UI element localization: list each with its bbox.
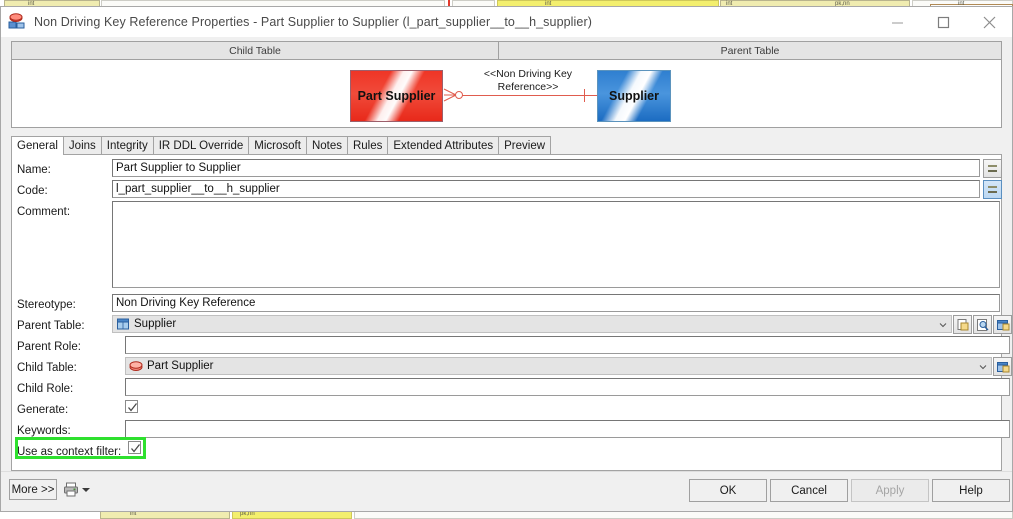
context-filter-label: Use as context filter: <box>17 446 122 458</box>
keywords-row: Keywords: <box>12 422 71 440</box>
tab-bar: General Joins Integrity IR DDL Override … <box>11 135 1002 155</box>
cancel-button[interactable]: Cancel <box>770 479 848 502</box>
child-role-label: Child Role: <box>17 383 74 395</box>
parent-table-row: Parent Table: <box>12 317 85 335</box>
comment-row: Comment: <box>12 203 70 221</box>
child-role-input[interactable] <box>125 378 1010 396</box>
print-icon <box>64 482 78 497</box>
tab-notes[interactable]: Notes <box>305 136 348 154</box>
child-role-row: Child Role: <box>12 380 73 398</box>
parent-table-text: Supplier <box>134 318 177 330</box>
name-label: Name: <box>17 164 51 176</box>
maximize-button[interactable] <box>920 7 966 37</box>
name-row: Name: <box>12 161 51 179</box>
parent-table-label: Parent Table: <box>17 320 85 332</box>
apply-button: Apply <box>851 479 929 502</box>
background-shape <box>100 511 230 519</box>
comment-textarea[interactable] <box>112 201 1000 288</box>
tab-general[interactable]: General <box>11 136 64 155</box>
context-filter-checkbox[interactable] <box>128 441 141 454</box>
reference-icon <box>8 13 26 31</box>
child-entity-box[interactable]: Part Supplier <box>350 70 443 122</box>
optional-cardinality-icon <box>455 91 463 99</box>
equals-icon <box>988 165 997 172</box>
tab-integrity[interactable]: Integrity <box>100 136 154 154</box>
code-equals-button[interactable] <box>983 180 1002 199</box>
child-table-header: Child Table <box>11 41 498 60</box>
parent-properties-button[interactable] <box>993 315 1012 334</box>
browse-icon <box>976 318 988 331</box>
properties-dialog: Non Driving Key Reference Properties - P… <box>0 6 1013 512</box>
reference-table-icon <box>129 361 143 371</box>
keywords-label: Keywords: <box>17 425 71 437</box>
footer-divider <box>1 471 1012 472</box>
relationship-diagram: Part Supplier <<Non Driving Key Referenc… <box>11 60 1002 128</box>
more-button[interactable]: More >> <box>9 479 57 500</box>
child-table-value[interactable]: Part Supplier <box>125 357 992 375</box>
print-tool[interactable] <box>63 480 95 499</box>
tab-joins[interactable]: Joins <box>62 136 102 154</box>
relationship-connector <box>455 95 599 96</box>
generate-label: Generate: <box>17 404 69 416</box>
keywords-input[interactable] <box>125 420 1010 438</box>
child-table-row: Child Table: <box>12 359 77 377</box>
background-shape <box>354 511 1013 519</box>
parent-table-value[interactable]: Supplier <box>112 315 952 333</box>
parent-entity-box[interactable]: Supplier <box>597 70 671 122</box>
code-label: Code: <box>17 185 48 197</box>
tab-preview[interactable]: Preview <box>498 136 552 154</box>
child-table-label: Child Table: <box>17 362 77 374</box>
stereotype-row: Stereotype: <box>12 296 76 314</box>
stereotype-combobox[interactable]: Non Driving Key Reference <box>112 294 1000 312</box>
context-filter-row: Use as context filter: <box>12 443 121 461</box>
table-icon <box>117 318 129 330</box>
screen: int int int pk,nn int int pk,nn Non Driv… <box>0 0 1013 519</box>
comment-label: Comment: <box>17 206 71 218</box>
tab-ir-ddl-override[interactable]: IR DDL Override <box>152 136 250 154</box>
code-row: Code: <box>12 182 48 200</box>
window-title: Non Driving Key Reference Properties - P… <box>34 15 593 29</box>
close-button[interactable] <box>966 7 1012 37</box>
minimize-button[interactable] <box>874 7 920 37</box>
name-input[interactable]: Part Supplier to Supplier <box>112 159 980 177</box>
chevron-down-icon <box>939 323 947 328</box>
parent-browse-button[interactable] <box>973 315 992 334</box>
chevron-down-icon <box>979 365 987 370</box>
parent-role-input[interactable] <box>125 336 1010 354</box>
tab-extended-attributes[interactable]: Extended Attributes <box>387 136 500 154</box>
help-button[interactable]: Help <box>932 479 1010 502</box>
properties-icon <box>996 319 1009 330</box>
chevron-down-icon <box>82 487 90 492</box>
name-equals-button[interactable] <box>983 159 1002 178</box>
parent-create-button[interactable] <box>953 315 972 334</box>
generate-row: Generate: <box>12 401 68 419</box>
ok-button[interactable]: OK <box>689 479 767 502</box>
child-table-text: Part Supplier <box>147 360 214 372</box>
parent-role-label: Parent Role: <box>17 341 81 353</box>
properties-icon <box>996 361 1009 372</box>
window-controls <box>874 7 1012 37</box>
general-tab-panel: Name: Part Supplier to Supplier Code: l_… <box>11 155 1012 471</box>
table-headers: Child Table Parent Table <box>11 41 1002 60</box>
relationship-stereotype-label: <<Non Driving Key Reference>> <box>483 68 573 93</box>
stereotype-label: Stereotype: <box>17 299 76 311</box>
dialog-footer: More >> OK Cancel Apply Help <box>1 471 1012 511</box>
parent-table-header: Parent Table <box>498 41 1002 60</box>
tab-microsoft[interactable]: Microsoft <box>248 136 307 154</box>
equals-icon <box>988 186 997 193</box>
child-properties-button[interactable] <box>993 357 1012 376</box>
code-input[interactable]: l_part_supplier__to__h_supplier <box>112 180 980 198</box>
title-bar: Non Driving Key Reference Properties - P… <box>1 7 1012 37</box>
new-object-icon <box>957 318 968 330</box>
parent-role-row: Parent Role: <box>12 338 81 356</box>
tab-rules[interactable]: Rules <box>346 136 389 154</box>
generate-checkbox[interactable] <box>125 400 138 413</box>
